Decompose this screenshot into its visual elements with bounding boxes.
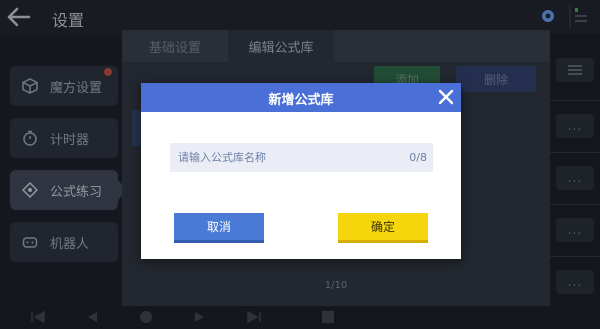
char-counter: 0/8 bbox=[409, 151, 427, 164]
dialog-header: 新增公式库 bbox=[141, 83, 461, 112]
new-formula-library-dialog: 新增公式库 0/8 取消 确定 bbox=[141, 83, 461, 259]
confirm-button[interactable]: 确定 bbox=[338, 213, 428, 243]
close-icon[interactable] bbox=[438, 89, 454, 105]
cancel-button[interactable]: 取消 bbox=[174, 213, 264, 243]
library-name-field: 0/8 bbox=[170, 143, 433, 172]
dialog-title: 新增公式库 bbox=[268, 93, 334, 108]
library-name-input[interactable] bbox=[170, 143, 390, 172]
